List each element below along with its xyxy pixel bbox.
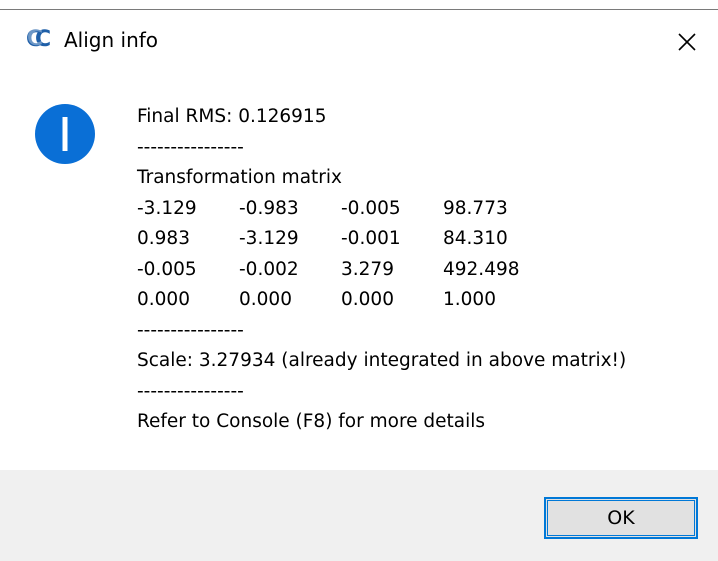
scale-text: Scale: 3.27934 (already integrated in ab…: [137, 350, 627, 371]
message-text: Final RMS: 0.126915 ---------------- Tra…: [137, 102, 626, 438]
matrix-cell: 0.000: [341, 289, 394, 310]
matrix-cell: -0.001: [341, 228, 401, 249]
matrix-row: -3.129 -0.983 -0.005 98.773: [137, 194, 626, 225]
console-hint-text: Refer to Console (F8) for more details: [137, 411, 486, 432]
matrix-row: 0.000 0.000 0.000 1.000: [137, 285, 626, 316]
matrix-cell: -0.983: [239, 197, 299, 219]
matrix-cell: -0.002: [239, 258, 299, 280]
ok-button[interactable]: OK: [544, 497, 698, 539]
matrix-cell: 0.000: [239, 289, 292, 310]
matrix-cell: 98.773: [443, 197, 508, 219]
ok-button-label: OK: [607, 507, 635, 529]
matrix-cell: 84.310: [443, 228, 508, 249]
separator: ----------------: [137, 380, 244, 402]
final-rms-text: Final RMS: 0.126915: [137, 106, 327, 127]
align-info-dialog: C C C Align info Final RMS: 0.126915 ---…: [0, 0, 718, 561]
matrix-title: Transformation matrix: [137, 167, 342, 188]
close-button[interactable]: [670, 25, 704, 59]
info-icon: [35, 104, 95, 164]
close-icon: [678, 33, 696, 51]
matrix-cell: 1.000: [443, 289, 496, 310]
matrix-cell: 0.000: [137, 289, 190, 310]
separator: ----------------: [137, 319, 244, 341]
matrix-row: 0.983 -3.129 -0.001 84.310: [137, 224, 626, 255]
separator: ----------------: [137, 136, 244, 158]
matrix-cell: 3.279: [341, 258, 394, 280]
window-title: Align info: [64, 28, 159, 52]
matrix-cell: -0.005: [137, 258, 197, 280]
matrix-cell: -3.129: [239, 228, 299, 249]
matrix-cell: 0.983: [137, 228, 190, 249]
matrix-cell: -3.129: [137, 197, 197, 219]
matrix-cell: 492.498: [443, 258, 520, 280]
cloudcompare-icon: C C C: [27, 26, 51, 50]
matrix-row: -0.005 -0.002 3.279 492.498: [137, 255, 626, 286]
svg-text:C: C: [27, 26, 43, 50]
matrix-cell: -0.005: [341, 197, 401, 219]
